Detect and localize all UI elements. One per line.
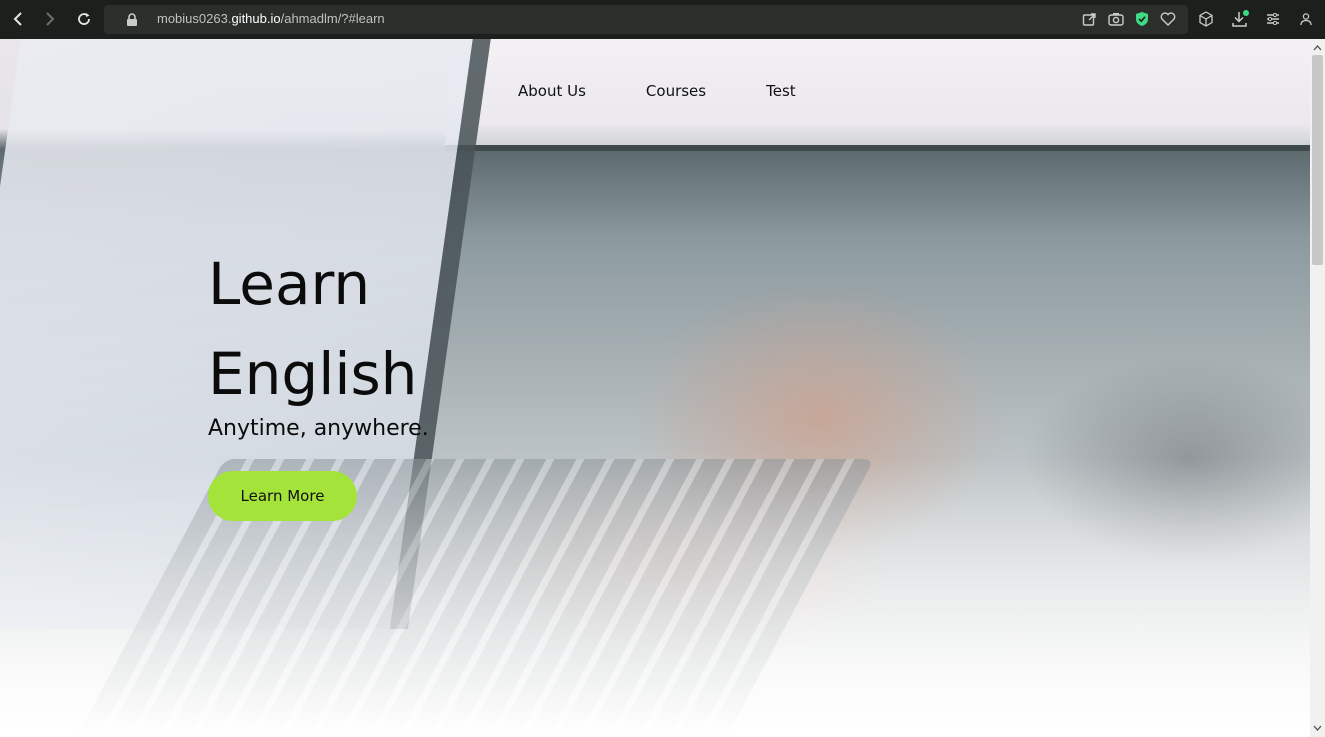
background-fade <box>0 39 1310 737</box>
learn-more-button[interactable]: Learn More <box>208 471 357 521</box>
lock-icon[interactable] <box>126 12 138 31</box>
hero-title-line2: English <box>208 340 418 408</box>
scroll-up-icon[interactable] <box>1313 43 1322 52</box>
download-icon[interactable] <box>1231 10 1249 28</box>
nav-link-courses[interactable]: Courses <box>646 82 706 100</box>
browser-toolbar: mobius0263.github.io/ahmadlm/?#learn <box>0 0 1325 39</box>
shield-icon[interactable] <box>1133 10 1151 28</box>
heart-icon[interactable] <box>1159 10 1177 28</box>
hero-background-image <box>0 39 1310 737</box>
forward-arrow-icon[interactable] <box>39 8 61 30</box>
hero-subtitle: Anytime, anywhere. <box>208 416 429 441</box>
url-text[interactable]: mobius0263.github.io/ahmadlm/?#learn <box>157 11 385 26</box>
nav-link-test[interactable]: Test <box>766 82 796 100</box>
address-bar[interactable]: mobius0263.github.io/ahmadlm/?#learn <box>104 5 1188 34</box>
page-viewport: About Us Courses Test Learn English Anyt… <box>0 39 1310 737</box>
site-navigation: About Us Courses Test <box>518 82 796 100</box>
scroll-thumb[interactable] <box>1312 55 1323 265</box>
share-icon[interactable] <box>1080 10 1098 28</box>
nav-link-about-us[interactable]: About Us <box>518 82 586 100</box>
reload-icon[interactable] <box>73 8 95 30</box>
hero-title: Learn English <box>208 239 628 419</box>
page-scrollbar[interactable] <box>1310 39 1325 737</box>
scroll-down-icon[interactable] <box>1313 723 1322 732</box>
back-arrow-icon[interactable] <box>7 8 29 30</box>
camera-icon[interactable] <box>1107 10 1125 28</box>
hero-title-line1: Learn <box>208 250 371 318</box>
menu-icon[interactable] <box>1264 10 1282 28</box>
profile-icon[interactable] <box>1297 10 1315 28</box>
cube-icon[interactable] <box>1197 10 1215 28</box>
